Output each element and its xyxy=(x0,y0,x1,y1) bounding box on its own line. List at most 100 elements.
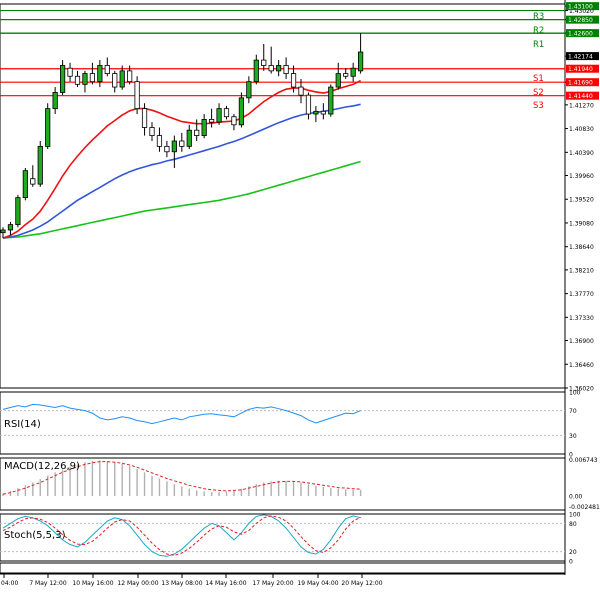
candle-body xyxy=(7,224,14,231)
price-tick-label: 1.38210 xyxy=(569,267,594,274)
candle-body xyxy=(97,65,103,83)
candle-body xyxy=(357,51,364,72)
price-level-box-label: 1.42850 xyxy=(568,17,593,24)
rsi-pane xyxy=(0,391,566,455)
time-tick-label: 04:00 xyxy=(1,580,18,587)
candle-body xyxy=(67,67,73,77)
rsi-label: RSI(14) xyxy=(4,419,41,430)
time-tick-label: 19 May 04:00 xyxy=(297,580,338,587)
price-level-box-label: 1.42600 xyxy=(568,31,593,38)
time-tick-label: 12 May 00:00 xyxy=(117,580,158,587)
candle-body xyxy=(45,108,51,147)
candle-body xyxy=(82,73,88,85)
rsi-tick-label: 100 xyxy=(569,390,581,397)
candle-body xyxy=(74,75,81,85)
candle-body xyxy=(335,73,341,88)
candle-body xyxy=(30,178,36,185)
level-label-s3: S3 xyxy=(533,101,544,111)
candle-body xyxy=(246,81,252,99)
candle-body xyxy=(350,67,356,77)
candle-body xyxy=(186,129,192,147)
macd-tick-label: 0.00 xyxy=(569,494,583,501)
candle-body xyxy=(313,110,319,115)
candle-body xyxy=(104,65,110,74)
time-tick-label: 10 May 16:00 xyxy=(72,580,113,587)
candle-body xyxy=(231,116,237,126)
rsi-tick-label: 30 xyxy=(569,433,577,440)
candle-body xyxy=(261,59,267,66)
stoch-tick-label: 100 xyxy=(569,512,581,519)
macd-label: MACD(12,26,9) xyxy=(4,461,80,472)
price-tick-label: 1.41270 xyxy=(569,102,594,109)
candle-body xyxy=(208,119,215,123)
candle-body xyxy=(127,70,133,83)
current-price-label: 1.42174 xyxy=(568,54,593,61)
candle-body xyxy=(290,73,297,88)
chart-window: R3 R2 R1 S1 S2 S3 1.36020 1.36460 1.36900 1.37330… xyxy=(0,0,600,596)
time-tick-label: 20 May 12:00 xyxy=(341,580,382,587)
candle-body xyxy=(328,86,334,115)
price-tick-label: 1.37770 xyxy=(569,291,594,298)
candle-body xyxy=(320,110,326,115)
candle-body xyxy=(201,119,207,136)
candle-body xyxy=(238,97,244,126)
rsi-tick-label: 70 xyxy=(569,408,577,415)
candle-body xyxy=(52,92,58,110)
candle-body xyxy=(119,70,125,88)
stoch-tick-label: 20 xyxy=(569,549,577,556)
empty-pane xyxy=(0,562,566,574)
candle-body xyxy=(37,145,43,185)
level-label-r1: R1 xyxy=(533,40,544,50)
candle-body xyxy=(22,170,28,199)
macd-tick-label: -0.002481 xyxy=(569,504,600,511)
level-label-r3: R3 xyxy=(533,12,544,22)
time-tick-label: 13 May 08:00 xyxy=(161,580,202,587)
candle-body xyxy=(112,73,118,88)
time-tick-label: 7 May 12:00 xyxy=(29,580,67,587)
price-level-box-label: 1.41940 xyxy=(568,66,593,73)
candle-body xyxy=(298,86,304,96)
price-level-box-label: 1.41690 xyxy=(568,80,593,87)
candle-body xyxy=(343,73,349,77)
level-label-s1: S1 xyxy=(533,74,544,84)
macd-tick-label: 0.006743 xyxy=(569,457,598,464)
price-tick-label: 1.40830 xyxy=(569,126,594,133)
price-tick-label: 1.38640 xyxy=(569,244,594,251)
candle-body xyxy=(141,108,148,128)
stoch-tick-label: 0 xyxy=(569,559,573,566)
candle-body xyxy=(164,145,170,153)
candle-body xyxy=(194,129,200,136)
price-level-box-label: 1.41440 xyxy=(568,93,593,100)
price-tick-label: 1.37330 xyxy=(569,315,594,322)
candle-body xyxy=(134,81,140,110)
candle-body xyxy=(305,94,312,115)
price-tick-label: 1.39520 xyxy=(569,197,594,204)
level-label-r2: R2 xyxy=(533,26,544,36)
candle-body xyxy=(283,65,289,74)
candle-body xyxy=(223,108,230,118)
price-tick-label: 1.39960 xyxy=(569,173,594,180)
candle-body xyxy=(60,65,66,93)
stoch-tick-label: 80 xyxy=(569,521,577,528)
candle-body xyxy=(276,65,282,72)
candle-body xyxy=(216,108,222,123)
candle-body xyxy=(0,229,6,234)
candle-body xyxy=(268,65,274,72)
candle-body xyxy=(156,135,163,147)
time-tick-label: 14 May 16:00 xyxy=(205,580,246,587)
chart-svg: R3R2R1S1S2S31.360201.364601.369001.37330… xyxy=(0,0,600,587)
level-label-s2: S2 xyxy=(533,88,544,98)
stoch-label: Stoch(5,5,3) xyxy=(4,530,66,541)
candle-body xyxy=(171,140,177,153)
candle-body xyxy=(149,127,155,136)
price-level-box-label: 1.43100 xyxy=(568,4,593,11)
price-tick-label: 1.39080 xyxy=(569,220,594,227)
candle-body xyxy=(179,140,185,147)
price-tick-label: 1.40390 xyxy=(569,150,594,157)
candle-body xyxy=(15,197,21,225)
candle-body xyxy=(253,59,259,83)
price-tick-label: 1.36460 xyxy=(569,362,594,369)
candle-body xyxy=(89,73,95,83)
price-tick-label: 1.36900 xyxy=(569,338,594,345)
stoch-pane xyxy=(0,513,566,562)
